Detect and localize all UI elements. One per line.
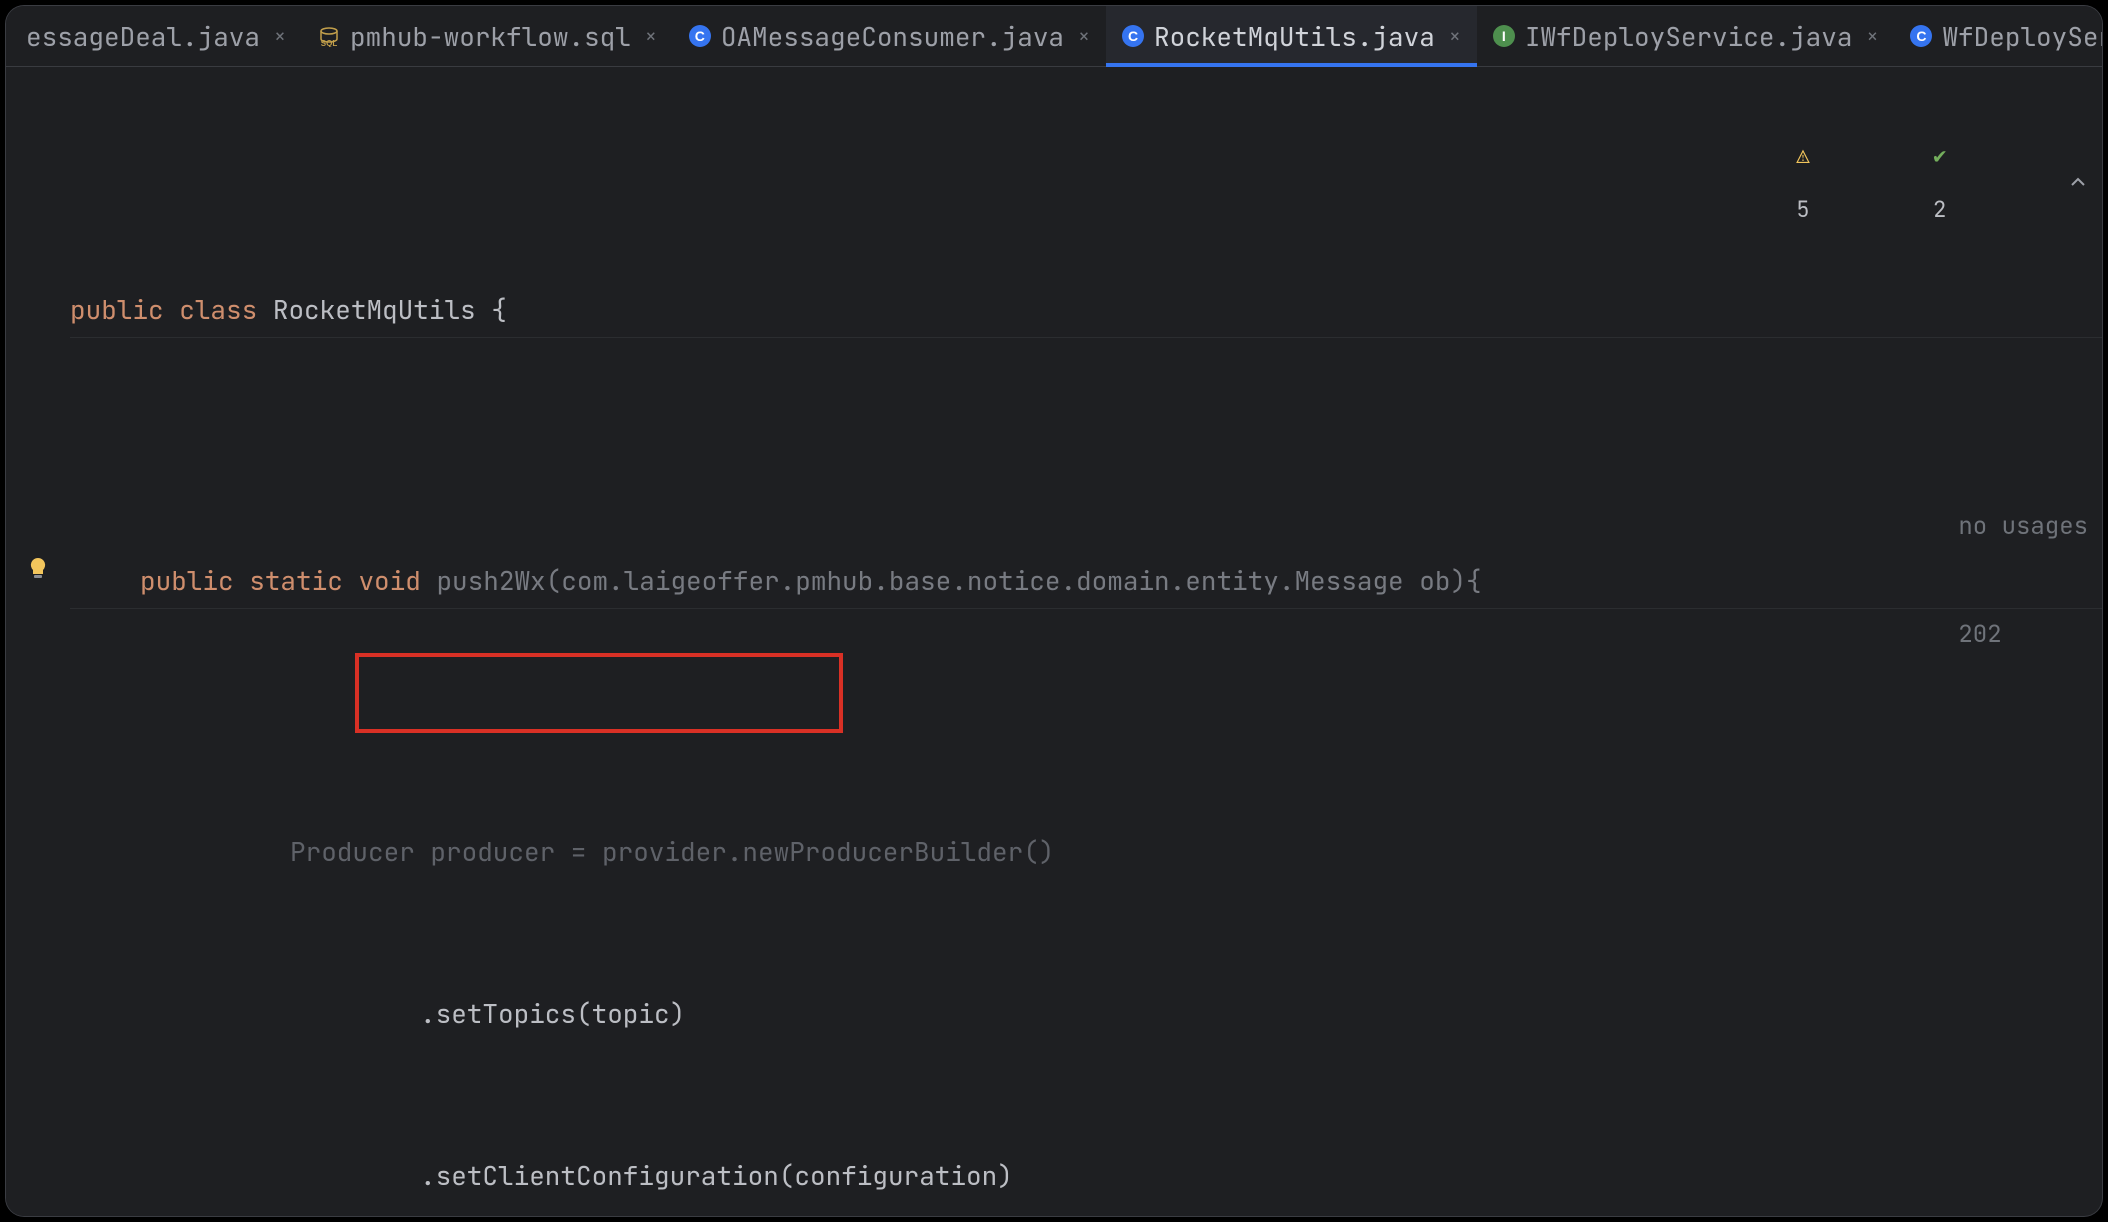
ide-window: essageDeal.java × SQL pmhub-workflow.sql… [6, 6, 2102, 1216]
tab-label: IWfDeployService.java [1525, 19, 1853, 54]
close-icon[interactable]: × [1078, 23, 1090, 49]
tab-wfdeployserviceimpl[interactable]: C WfDeployServiceImpl.java × [1894, 6, 2102, 66]
code-line: .setTopics(topic) [70, 987, 2102, 1041]
method-args: (com.laigeoffer.pmhub.base.notice.domain… [546, 554, 1482, 608]
code-line: Producer producer = provider.newProducer… [70, 825, 2102, 879]
tab-iwfdeployservice[interactable]: I IWfDeployService.java × [1477, 6, 1895, 66]
class-name: RocketMqUtils [273, 283, 476, 337]
code-content: public class RocketMqUtils { public stat… [70, 67, 2102, 1216]
kw-void: void [358, 554, 420, 608]
code-editor[interactable]: ⚠ 5 ✔ 2 public [6, 67, 2102, 1216]
tab-label: essageDeal.java [26, 19, 260, 54]
tab-label: OAMessageConsumer.java [721, 19, 1064, 54]
tab-pmhub-workflow-sql[interactable]: SQL pmhub-workflow.sql × [302, 6, 673, 66]
tab-label: WfDeployServiceImpl.java [1942, 19, 2102, 54]
close-icon[interactable]: × [1866, 23, 1878, 49]
code-line: .setClientConfiguration(configuration) [70, 1149, 2102, 1203]
class-file-icon: C [1910, 25, 1932, 47]
svg-text:SQL: SQL [321, 39, 338, 47]
tab-label: RocketMqUtils.java [1154, 19, 1435, 54]
intention-bulb-icon[interactable] [23, 554, 53, 584]
kw-class: class [179, 283, 257, 337]
tab-label: pmhub-workflow.sql [350, 19, 631, 54]
tab-oamessageconsumer[interactable]: C OAMessageConsumer.java × [673, 6, 1106, 66]
interface-file-icon: I [1493, 25, 1515, 47]
close-icon[interactable]: × [274, 23, 286, 49]
no-usages-hint[interactable]: no usages [1958, 511, 2088, 542]
kw-static: static [249, 554, 343, 608]
method-name: push2Wx [436, 554, 545, 608]
editor-tabs: essageDeal.java × SQL pmhub-workflow.sql… [6, 6, 2102, 67]
sticky-class-header: public class RocketMqUtils { [70, 283, 2102, 338]
close-icon[interactable]: × [1449, 23, 1461, 49]
sticky-method-header: public static void push2Wx (com.laigeoff… [70, 554, 2102, 609]
editor-gutter [6, 67, 70, 1216]
kw-public: public [70, 283, 164, 337]
sql-file-icon: SQL [318, 25, 340, 47]
line-hint: 202 [1958, 619, 2001, 650]
kw-public: public [140, 554, 234, 608]
tab-rocketmqutils[interactable]: C RocketMqUtils.java × [1106, 6, 1477, 66]
tab-essagedeal[interactable]: essageDeal.java × [10, 6, 302, 66]
brace: { [491, 283, 507, 337]
class-file-icon: C [1122, 25, 1144, 47]
class-file-icon: C [689, 25, 711, 47]
close-icon[interactable]: × [645, 23, 657, 49]
annotation-highlight-box [355, 653, 843, 733]
